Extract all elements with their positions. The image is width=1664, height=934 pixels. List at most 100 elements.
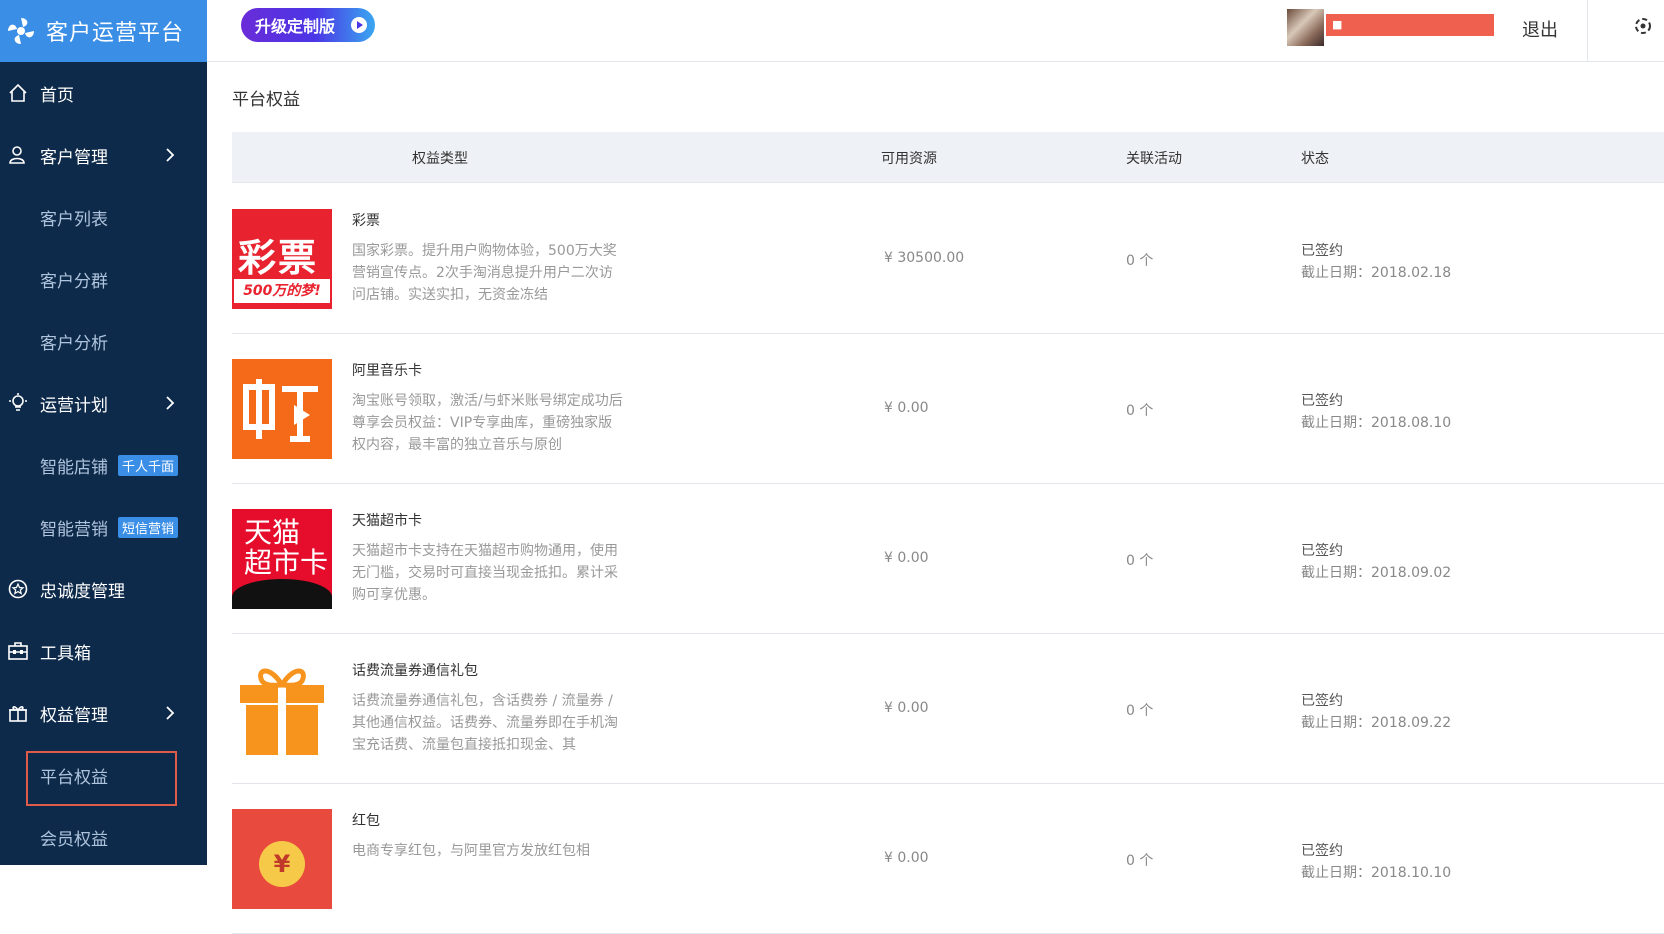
table-row[interactable]: 彩票 500万的梦! 彩票 国家彩票。提升用户购物体验，500万大奖营销宣传点。… — [232, 184, 1664, 334]
settings-icon[interactable] — [1633, 16, 1653, 36]
status-text: 已签约 — [1301, 243, 1343, 259]
rights-name: 天猫超市卡 — [352, 513, 422, 529]
linked-activity-count: 0 个 — [1126, 703, 1154, 719]
rights-description: 话费流量券通信礼包，含话费券 / 流量券 / 其他通信权益。话费券、流量券即在手… — [352, 693, 618, 753]
tmall-card-thumbnail: 天猫 超市卡 — [232, 509, 332, 609]
sidebar-item-toolbox[interactable]: 工具箱 — [0, 620, 207, 682]
sidebar-item-label: 客户分群 — [40, 271, 108, 292]
top-header: 升级定制版 ■ 退出 — [207, 0, 1664, 62]
star-icon — [7, 578, 29, 600]
sidebar-item-customer-management[interactable]: 客户管理 — [0, 124, 207, 186]
app-title: 客户运营平台 — [46, 21, 185, 46]
thumbnail-text: 彩票 — [238, 236, 319, 280]
sidebar-item-customer-analysis[interactable]: 客户分析 — [0, 310, 207, 372]
sidebar-item-label: 客户列表 — [40, 209, 108, 230]
sidebar-item-loyalty[interactable]: 忠诚度管理 — [0, 558, 207, 620]
deadline-text: 截止日期：2018.09.22 — [1301, 715, 1452, 731]
sidebar-item-operation-plan[interactable]: 运营计划 — [0, 372, 207, 434]
rights-name: 红包 — [352, 813, 380, 829]
linked-activity-count: 0 个 — [1126, 253, 1154, 269]
column-header-type: 权益类型 — [412, 151, 468, 167]
upgrade-button[interactable]: 升级定制版 — [241, 8, 375, 42]
upgrade-label: 升级定制版 — [255, 17, 336, 36]
table-row[interactable]: 话费流量券通信礼包 话费流量券通信礼包，含话费券 / 流量券 / 其他通信权益。… — [232, 634, 1664, 784]
logo-icon — [8, 18, 34, 44]
user-icon — [7, 144, 29, 166]
rights-description: 电商专享红包，与阿里官方发放红包相 — [352, 843, 590, 859]
sidebar-item-rights-management[interactable]: 权益管理 — [0, 682, 207, 744]
table-row[interactable]: ¥ 红包 电商专享红包，与阿里官方发放红包相 ¥ 0.00 0 个 已签约 截止… — [232, 784, 1664, 934]
tmall-cat-icon — [232, 579, 332, 609]
coin-icon: ¥ — [259, 841, 305, 887]
home-icon — [7, 82, 29, 104]
thumbnail-text: 超市卡 — [244, 546, 329, 579]
column-header-status: 状态 — [1301, 151, 1329, 167]
sidebar-item-label: 智能店铺 — [40, 457, 108, 478]
rights-name: 话费流量券通信礼包 — [352, 663, 478, 679]
thumbnail-subtext: 500万的梦! — [234, 279, 330, 303]
feature-badge: 短信营销 — [118, 516, 179, 538]
rights-description: 天猫超市卡支持在天猫超市购物通用，使用无门槛，交易时可直接当现金抵扣。累计采购可… — [352, 543, 618, 603]
sidebar-item-label: 工具箱 — [40, 643, 91, 664]
table-header: 权益类型 可用资源 关联活动 状态 — [232, 132, 1664, 183]
sidebar-item-label: 忠诚度管理 — [40, 581, 125, 602]
sidebar-item-label: 会员权益 — [40, 829, 108, 850]
sidebar-item-label: 权益管理 — [40, 705, 108, 726]
lottery-thumbnail: 彩票 500万的梦! — [232, 209, 332, 309]
status-text: 已签约 — [1301, 543, 1343, 559]
rights-description: 国家彩票。提升用户购物体验，500万大奖营销宣传点。2次手淘消息提升用户二次访问… — [352, 243, 617, 303]
page-title: 平台权益 — [232, 90, 300, 110]
play-icon — [351, 17, 367, 33]
username[interactable]: ■ — [1326, 14, 1494, 36]
red-envelope-thumbnail: ¥ — [232, 809, 332, 909]
xiami-logo-icon — [243, 379, 318, 442]
sidebar-item-label: 智能营销 — [40, 519, 108, 540]
sidebar-item-label: 首页 — [40, 85, 74, 106]
deadline-text: 截止日期：2018.08.10 — [1301, 415, 1452, 431]
sidebar-item-member-rights[interactable]: 会员权益 — [0, 806, 207, 868]
sidebar-item-smart-store[interactable]: 智能店铺 千人千面 — [0, 434, 207, 496]
table-row[interactable]: 阿里音乐卡 淘宝账号领取，激活/与虾米账号绑定成功后尊享会员权益：VIP专享曲库… — [232, 334, 1664, 484]
gift-icon — [7, 702, 29, 724]
column-header-activity: 关联活动 — [1126, 151, 1182, 167]
sidebar-item-customer-segments[interactable]: 客户分群 — [0, 248, 207, 310]
feature-badge: 千人千面 — [118, 454, 179, 476]
status-text: 已签约 — [1301, 393, 1343, 409]
gift-box-icon — [240, 668, 324, 755]
logout-button[interactable]: 退出 — [1522, 16, 1558, 42]
sidebar-item-smart-marketing[interactable]: 智能营销 短信营销 — [0, 496, 207, 558]
sidebar-nav: 首页 客户管理 客户列表 客户分群 客户分析 运营计划 智能店铺 千人千面 智能… — [0, 62, 207, 868]
linked-activity-count: 0 个 — [1126, 853, 1154, 869]
deadline-text: 截止日期：2018.10.10 — [1301, 865, 1452, 881]
rights-name: 彩票 — [352, 213, 380, 229]
available-resource: ¥ 0.00 — [884, 700, 929, 716]
sidebar-item-label: 客户分析 — [40, 333, 108, 354]
music-card-thumbnail — [232, 359, 332, 459]
status-text: 已签约 — [1301, 693, 1343, 709]
header-divider — [1587, 0, 1588, 62]
gift-thumbnail — [232, 659, 332, 759]
active-highlight — [26, 751, 177, 806]
status-text: 已签约 — [1301, 843, 1343, 859]
sidebar-item-customer-list[interactable]: 客户列表 — [0, 186, 207, 248]
avatar[interactable] — [1287, 9, 1324, 46]
deadline-text: 截止日期：2018.09.02 — [1301, 565, 1452, 581]
brand-header[interactable]: 客户运营平台 — [0, 0, 207, 62]
sidebar: 客户运营平台 首页 客户管理 客户列表 客户分群 客户分析 运营计划 智能店铺 … — [0, 0, 207, 865]
rights-name: 阿里音乐卡 — [352, 363, 422, 379]
sidebar-item-home[interactable]: 首页 — [0, 62, 207, 124]
column-header-resource: 可用资源 — [881, 151, 937, 167]
chevron-right-icon — [166, 396, 175, 410]
available-resource: ¥ 0.00 — [884, 550, 929, 566]
chevron-right-icon — [166, 148, 175, 162]
sidebar-item-label: 运营计划 — [40, 395, 108, 416]
sidebar-item-platform-rights[interactable]: 平台权益 — [0, 744, 207, 806]
toolbox-icon — [7, 640, 29, 662]
bulb-icon — [7, 392, 29, 414]
linked-activity-count: 0 个 — [1126, 553, 1154, 569]
linked-activity-count: 0 个 — [1126, 403, 1154, 419]
rights-description: 淘宝账号领取，激活/与虾米账号绑定成功后尊享会员权益：VIP专享曲库，重磅独家版… — [352, 393, 623, 453]
chevron-right-icon — [166, 706, 175, 720]
table-row[interactable]: 天猫 超市卡 天猫超市卡 天猫超市卡支持在天猫超市购物通用，使用无门槛，交易时可… — [232, 484, 1664, 634]
deadline-text: 截止日期：2018.02.18 — [1301, 265, 1452, 281]
